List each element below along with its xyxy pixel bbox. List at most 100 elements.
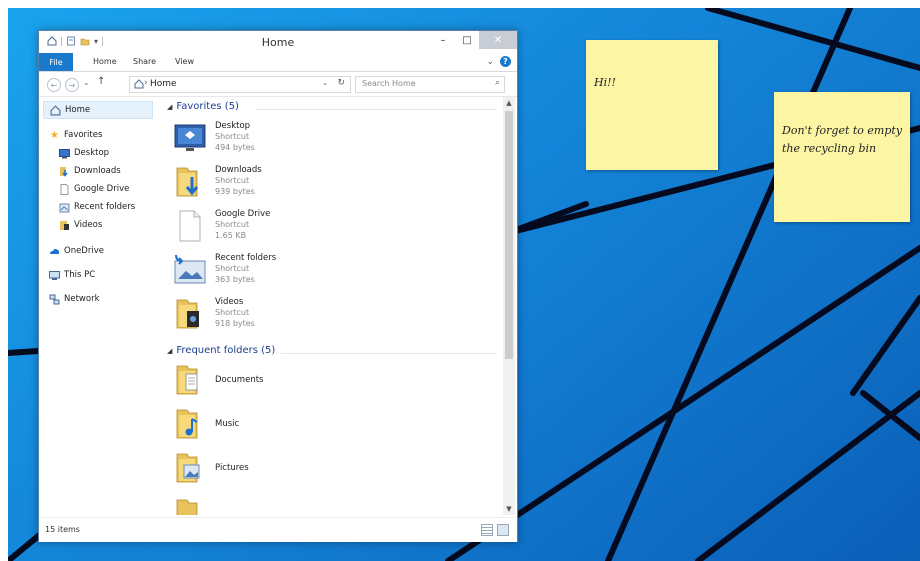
tab-share[interactable]: Share [133, 57, 156, 66]
refresh-icon[interactable]: ↻ [337, 78, 345, 88]
nav-label: Network [64, 294, 100, 304]
file-type: Shortcut [215, 132, 250, 141]
tab-home[interactable]: Home [93, 57, 117, 66]
help-icon[interactable]: ? [500, 56, 511, 67]
file-size: 1.65 KB [215, 231, 247, 240]
folder-item-partial[interactable] [173, 495, 473, 515]
minimize-button[interactable]: – [431, 31, 455, 49]
recent-folders-icon [174, 254, 206, 284]
scroll-thumb[interactable] [505, 111, 513, 359]
folder-name: Pictures [215, 463, 249, 473]
recent-folders-icon [59, 203, 70, 212]
file-name: Desktop [215, 121, 251, 131]
group-title: Frequent folders (5) [176, 345, 276, 356]
file-item-videos[interactable]: Videos Shortcut 918 bytes [173, 295, 473, 339]
group-title: Favorites (5) [176, 101, 239, 112]
view-buttons [481, 524, 509, 536]
nav-label: Desktop [74, 148, 110, 158]
home-icon [50, 104, 61, 115]
sticky-note-line: the recycling bin [782, 142, 877, 155]
desktop[interactable]: Hi!! Don't forget to empty the recycling… [8, 8, 920, 561]
group-header-frequent-folders[interactable]: ◢ Frequent folders (5) [167, 345, 275, 356]
file-icon [60, 183, 69, 195]
nav-item-downloads[interactable]: Downloads [59, 163, 121, 179]
sticky-note-text: Hi!! [594, 76, 616, 89]
large-icons-view-button[interactable] [497, 524, 509, 536]
file-item-google-drive[interactable]: Google Drive Shortcut 1.65 KB [173, 207, 473, 251]
nav-label: Downloads [74, 166, 121, 176]
ribbon-controls: ⌄ ? [486, 56, 511, 67]
file-size: 494 bytes [215, 143, 255, 152]
collapse-arrow-icon[interactable]: ◢ [167, 103, 172, 111]
address-field[interactable]: › Home ⌄ ↻ [129, 76, 351, 93]
file-shortcut-icon [179, 210, 201, 242]
status-bar: 15 items [39, 517, 517, 542]
file-name: Downloads [215, 165, 262, 175]
nav-label: OneDrive [64, 246, 104, 256]
scroll-down-arrow[interactable]: ▼ [503, 503, 515, 515]
file-type: Shortcut [215, 308, 250, 317]
desktop-shortcut-icon [174, 124, 206, 151]
network-icon [49, 294, 60, 304]
computer-icon [49, 270, 60, 280]
vertical-scrollbar[interactable]: ▲ ▼ [503, 97, 515, 515]
nav-label: Favorites [64, 130, 103, 140]
nav-item-recent-folders[interactable]: Recent folders [59, 199, 135, 215]
up-button[interactable]: ↑ [97, 76, 105, 87]
maximize-button[interactable]: □ [455, 31, 479, 49]
collapse-arrow-icon[interactable]: ◢ [167, 347, 172, 355]
cloud-icon [50, 248, 60, 254]
scroll-up-arrow[interactable]: ▲ [503, 97, 515, 109]
file-explorer-window[interactable]: ▾ Home – □ ✕ File Home Share View ⌄ ? ← … [38, 30, 518, 542]
folder-item-pictures[interactable]: Pictures [173, 449, 473, 493]
group-divider [281, 353, 497, 354]
downloads-icon [60, 166, 68, 177]
nav-item-this-pc[interactable]: This PC [49, 267, 95, 283]
star-icon: ★ [50, 129, 59, 141]
nav-item-desktop[interactable]: Desktop [59, 145, 109, 161]
nav-item-favorites[interactable]: ★ Favorites [49, 127, 102, 143]
file-item-downloads[interactable]: Downloads Shortcut 939 bytes [173, 163, 473, 207]
search-input[interactable]: Search Home ⌕ [355, 76, 505, 93]
address-dropdown-icon[interactable]: ⌄ [322, 79, 328, 87]
ribbon: File Home Share View ⌄ ? [39, 53, 517, 72]
file-name: Google Drive [215, 209, 271, 219]
nav-label: Recent folders [74, 202, 136, 212]
sticky-note-hi[interactable]: Hi!! [586, 40, 718, 170]
close-button[interactable]: ✕ [479, 31, 517, 49]
nav-item-videos[interactable]: Videos [59, 217, 102, 233]
file-item-desktop[interactable]: Desktop Shortcut 494 bytes [173, 119, 473, 163]
group-header-favorites[interactable]: ◢ Favorites (5) [167, 101, 239, 112]
back-button[interactable]: ← [47, 78, 61, 92]
tab-file[interactable]: File [39, 53, 73, 71]
search-icon[interactable]: ⌕ [495, 78, 500, 88]
pictures-folder-icon [176, 453, 200, 483]
nav-item-google-drive[interactable]: Google Drive [59, 181, 129, 197]
home-icon [134, 79, 144, 89]
nav-item-onedrive[interactable]: OneDrive [49, 243, 104, 259]
navigation-pane[interactable]: Home ★ Favorites Desktop Downloads Googl… [39, 97, 159, 515]
forward-button[interactable]: → [65, 78, 79, 92]
folder-item-documents[interactable]: Documents [173, 361, 473, 405]
content-pane[interactable]: ◢ Favorites (5) Desktop Shortcut 494 byt… [163, 97, 501, 515]
breadcrumb[interactable]: Home [150, 79, 177, 89]
title-bar[interactable]: ▾ Home – □ ✕ [39, 31, 517, 53]
file-type: Shortcut [215, 176, 250, 185]
details-view-button[interactable] [481, 524, 493, 536]
music-folder-icon [176, 409, 198, 439]
videos-icon [60, 220, 69, 230]
address-bar: ← → ⌄ ↑ › Home ⌄ ↻ Search Home ⌕ [39, 72, 517, 97]
folder-item-music[interactable]: Music [173, 405, 473, 449]
nav-label: Google Drive [74, 184, 130, 194]
file-type: Shortcut [215, 220, 250, 229]
tab-view[interactable]: View [175, 57, 194, 66]
nav-item-home[interactable]: Home [43, 101, 153, 119]
sticky-note-recycling[interactable]: Don't forget to empty the recycling bin [774, 92, 910, 222]
file-item-recent-folders[interactable]: Recent folders Shortcut 363 bytes [173, 251, 473, 295]
file-name: Recent folders [215, 253, 277, 263]
recent-locations-button[interactable]: ⌄ [83, 78, 90, 87]
expand-ribbon-icon[interactable]: ⌄ [486, 57, 494, 67]
documents-folder-icon [176, 365, 198, 395]
desktop-icon [59, 148, 70, 158]
nav-item-network[interactable]: Network [49, 291, 100, 307]
